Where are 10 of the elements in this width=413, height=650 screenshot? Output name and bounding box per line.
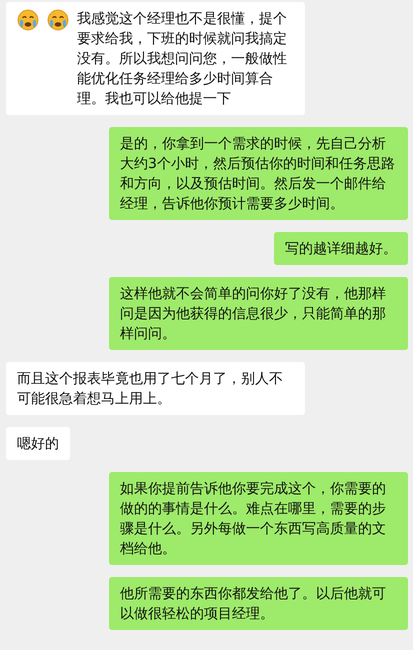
message-text: 而且这个报表毕竟也用了七个月了，别人不可能很急着想马上用上。 (17, 370, 284, 409)
message-text: 他所需要的东西你都发给他了。以后他就可以做很轻松的项目经理。 (120, 585, 387, 624)
crying-face-icon (17, 9, 39, 31)
message-text: 嗯好的 (17, 435, 59, 454)
crying-face-icon (47, 9, 69, 31)
message-text: 是的，你拿到一个需求的时候，先自己分析大约3个小时，然后预估你的时间和任务思路和方向，以及预估时间。然后发一个邮件给经理，告诉他你预计需要多少时间。 (120, 135, 396, 214)
message-text: 这样他就不会简单的问你好了没有，他那样问是因为他获得的信息很少，只能简单的那样问问。 (120, 285, 387, 344)
message-text: 如果你提前告诉他你要完成这个，你需要的做的的事情是什么。难点在哪里，需要的步骤是什么。另外每做一个东西写高质量的文档给他。 (120, 480, 387, 559)
message-text: 我感觉这个经理也不是很懂，提个要求给我，下班的时候就问我搞定没有。所以我想问问您，一般做性能优化任务经理给多少时间算合理。我也可以给他提一下 (77, 10, 288, 109)
message-text: 写的越详细越好。 (285, 240, 397, 259)
